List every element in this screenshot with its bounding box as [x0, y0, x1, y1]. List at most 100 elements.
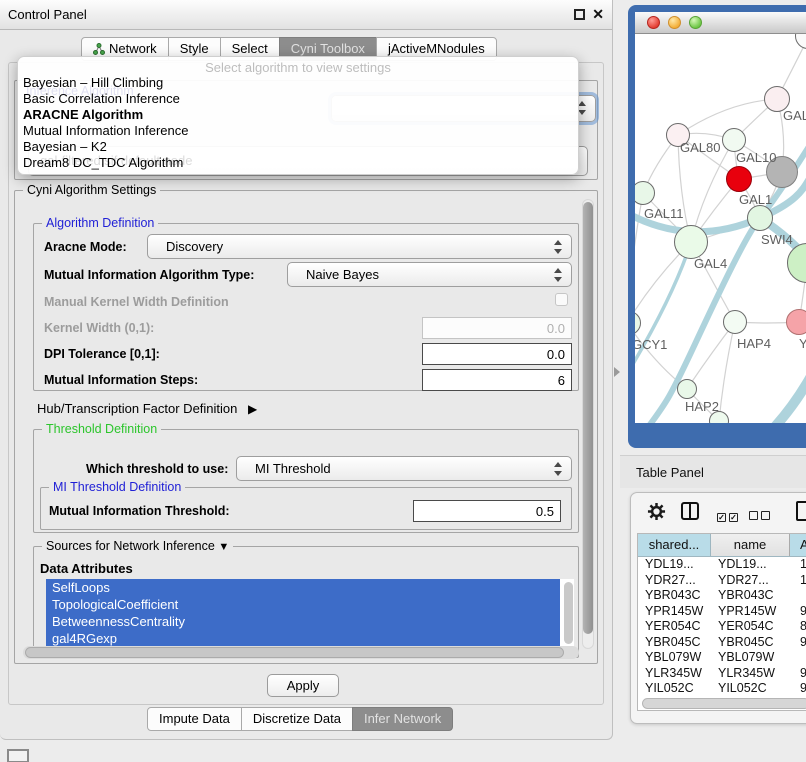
desktop: Control Panel ✕ Network Style Select Cyn… — [0, 0, 806, 762]
table-row[interactable]: YBR045CYBR045C9. — [638, 635, 806, 651]
node-gal4[interactable] — [674, 225, 708, 259]
mi-threshold-definition-group: MI Threshold Definition Mutual Informati… — [40, 487, 572, 530]
node-hap4[interactable] — [723, 310, 747, 334]
popup-item-dream8[interactable]: Dream8 DC_TDC Algorithm — [18, 155, 578, 171]
hub-definition-disclosure[interactable]: Hub/Transcription Factor Definition ▶ — [37, 401, 257, 416]
deselect-all-icon[interactable] — [749, 507, 773, 525]
popup-item-bayesian-k2[interactable]: Bayesian – K2 — [18, 139, 578, 155]
node-gal10[interactable] — [722, 128, 746, 152]
settings-horizontal-scrollbar[interactable] — [23, 646, 579, 659]
zoom-traffic-light[interactable] — [689, 16, 702, 29]
tab-impute-data[interactable]: Impute Data — [147, 707, 242, 731]
split-view-icon[interactable] — [681, 502, 699, 520]
tab-infer-network[interactable]: Infer Network — [352, 707, 453, 731]
chevron-updown-icon — [554, 462, 562, 476]
kernel-width-field[interactable] — [422, 317, 572, 339]
tab-label: Select — [232, 41, 268, 56]
table-row[interactable]: YBR043CYBR043C — [638, 588, 806, 604]
sources-group: Sources for Network Inference ▼ Data Att… — [33, 546, 579, 658]
checked-box-icon: ✓ — [717, 513, 726, 522]
scrollbar-thumb[interactable] — [25, 647, 564, 658]
column-header-a[interactable]: A — [790, 534, 806, 556]
tab-label: Infer Network — [364, 711, 441, 726]
column-header-name[interactable]: name — [711, 534, 790, 556]
data-attributes-label: Data Attributes — [40, 561, 133, 576]
table-horizontal-scrollbar[interactable] — [642, 698, 806, 709]
table-row[interactable]: YPR145WYPR145W9. — [638, 604, 806, 620]
list-scrollbar-thumb[interactable] — [564, 582, 573, 644]
list-item[interactable]: SelfLoops — [46, 579, 560, 596]
scrollbar-thumb[interactable] — [583, 202, 593, 634]
popup-item-mutual-information[interactable]: Mutual Information Inference — [18, 123, 578, 139]
threshold-definition-title: Threshold Definition — [42, 422, 161, 436]
select-all-icon[interactable]: ✓✓ — [717, 507, 741, 525]
close-icon[interactable]: ✕ — [592, 6, 604, 23]
unchecked-box-icon — [749, 511, 758, 520]
node-label: GAL4 — [694, 256, 727, 271]
table-panel-title: Table Panel — [636, 465, 704, 480]
dpi-tolerance-field[interactable] — [422, 343, 572, 365]
popup-item-aracne[interactable]: ARACNE Algorithm — [18, 107, 578, 123]
tab-label: Discretize Data — [253, 711, 341, 726]
minimized-panel-icon[interactable] — [7, 749, 29, 762]
gear-icon[interactable] — [647, 502, 666, 521]
table-row[interactable]: YDL19...YDL19...13 — [638, 557, 806, 573]
table-row[interactable]: YER054CYER054C8. — [638, 619, 806, 635]
algorithm-definition-group: Algorithm Definition Aracne Mode: Discov… — [33, 223, 579, 391]
network-canvas[interactable]: GAL GAL80 GAL10 GAL1 GAL11 SWI4 GAL4 HAP… — [635, 34, 806, 423]
which-threshold-combobox[interactable]: MI Threshold — [236, 456, 572, 481]
network-window-titlebar[interactable] — [635, 12, 806, 34]
disclosure-down-icon: ▼ — [218, 541, 229, 553]
node-swi4[interactable] — [747, 205, 773, 231]
table-row[interactable]: YDR27...YDR27...12 — [638, 573, 806, 589]
kernel-width-label: Kernel Width (0,1): — [44, 321, 154, 335]
control-panel-window: Control Panel ✕ Network Style Select Cyn… — [0, 0, 613, 740]
tab-discretize-data[interactable]: Discretize Data — [241, 707, 353, 731]
sources-title[interactable]: Sources for Network Inference ▼ — [42, 539, 233, 553]
aracne-mode-combobox[interactable]: Discovery — [147, 234, 572, 259]
column-header-shared[interactable]: shared... — [638, 534, 711, 556]
network-view-window[interactable]: GAL GAL80 GAL10 GAL1 GAL11 SWI4 GAL4 HAP… — [628, 5, 806, 448]
tab-label: Style — [180, 41, 209, 56]
tab-label: Cyni Toolbox — [291, 41, 365, 56]
node-table: shared... name A YDL19...YDL19...13 YDR2… — [637, 533, 806, 711]
list-item[interactable]: BetweennessCentrality — [46, 613, 560, 630]
table-row[interactable]: YLR345WYLR345W9. — [638, 666, 806, 682]
chevron-updown-icon — [554, 268, 562, 282]
unchecked-box-icon — [761, 511, 770, 520]
table-panel-card: ✓✓ shared... name A YDL19...YDL19...13 Y… — [630, 492, 806, 724]
node-label: GAL1 — [739, 192, 772, 207]
network-icon — [93, 43, 105, 55]
settings-vertical-scrollbar[interactable] — [582, 199, 594, 649]
algorithm-popup: Select algorithm to view settings Bayesi… — [17, 56, 579, 175]
mi-type-combobox[interactable]: Naive Bayes — [287, 262, 572, 287]
tab-label: Network — [109, 41, 157, 56]
node-hap2[interactable] — [677, 379, 697, 399]
chevron-updown-icon — [554, 240, 562, 254]
close-traffic-light[interactable] — [647, 16, 660, 29]
popup-item-basic-correlation[interactable]: Basic Correlation Inference — [18, 91, 578, 107]
node-gal1-selected[interactable] — [726, 166, 752, 192]
manual-kernel-checkbox[interactable] — [555, 293, 568, 306]
popup-item-bayesian-hill-climbing[interactable]: Bayesian – Hill Climbing — [18, 75, 578, 91]
table-header-row: shared... name A — [638, 534, 806, 557]
mi-threshold-field[interactable] — [413, 500, 561, 522]
apply-button[interactable]: Apply — [267, 674, 339, 697]
node-pink-right[interactable] — [786, 309, 806, 335]
file-icon[interactable] — [796, 501, 806, 521]
list-item[interactable]: gal4RGexp — [46, 630, 560, 647]
table-rows: YDL19...YDL19...13 YDR27...YDR27...12 YB… — [638, 557, 806, 696]
threshold-definition-group: Threshold Definition Which threshold to … — [33, 429, 579, 533]
table-row[interactable]: YBL079WYBL079W — [638, 650, 806, 666]
mi-steps-field[interactable] — [422, 369, 572, 391]
aracne-mode-value: Discovery — [166, 239, 223, 254]
list-item[interactable]: TopologicalCoefficient — [46, 596, 560, 613]
table-row[interactable]: YIL052CYIL052C9 — [638, 681, 806, 696]
minimize-traffic-light[interactable] — [668, 16, 681, 29]
node-label: GAL10 — [736, 150, 776, 165]
splitter-collapse-arrow[interactable] — [614, 367, 620, 377]
sources-title-label: Sources for Network Inference — [46, 539, 215, 553]
tab-label: Impute Data — [159, 711, 230, 726]
node-label: GAL — [783, 108, 806, 123]
float-panel-icon[interactable] — [574, 9, 585, 20]
